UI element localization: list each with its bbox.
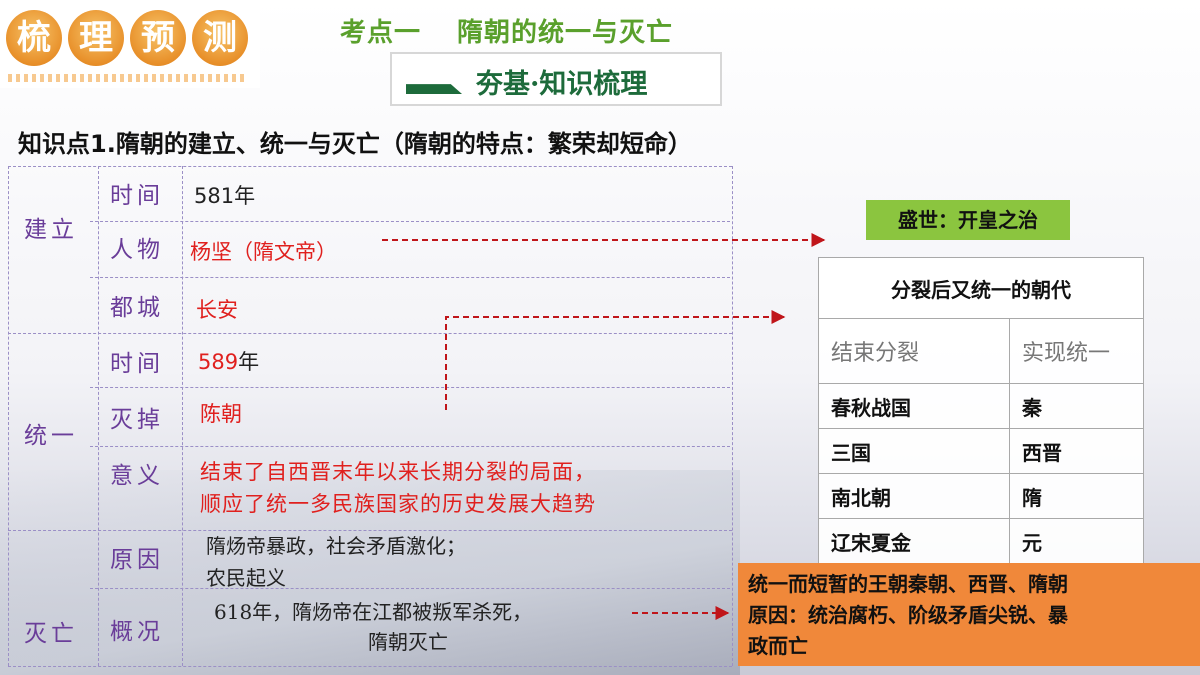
- arrow-destroy-to-dynasty-table: [445, 310, 786, 410]
- connector-arrows: [382, 233, 826, 620]
